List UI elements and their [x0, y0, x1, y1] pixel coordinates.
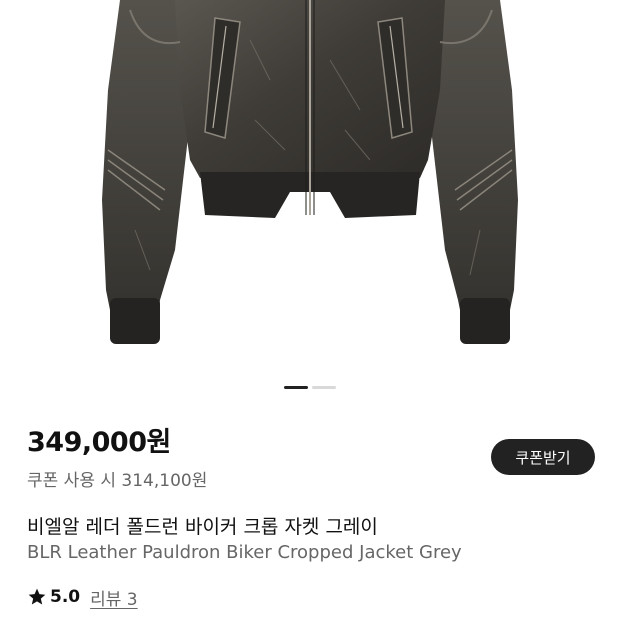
product-image[interactable] [0, 0, 620, 378]
star-icon [27, 587, 47, 607]
get-coupon-button[interactable]: 쿠폰받기 [491, 439, 595, 475]
carousel-dot-inactive[interactable] [312, 386, 336, 389]
rating-value: 5.0 [50, 587, 81, 607]
product-title-english: BLR Leather Pauldron Biker Cropped Jacke… [27, 542, 462, 563]
product-title-korean: 비엘알 레더 폴드런 바이커 크롭 자켓 그레이 [27, 516, 378, 538]
carousel-indicator[interactable] [0, 386, 620, 392]
jacket-photo [102, 0, 518, 344]
review-link[interactable]: 리뷰 3 [90, 585, 138, 610]
carousel-dot-active[interactable] [284, 386, 308, 389]
coupon-price: 쿠폰 사용 시 314,100원 [27, 471, 208, 491]
product-price: 349,000원 [27, 427, 171, 458]
rating-row: 5.0 리뷰 3 [27, 585, 138, 610]
